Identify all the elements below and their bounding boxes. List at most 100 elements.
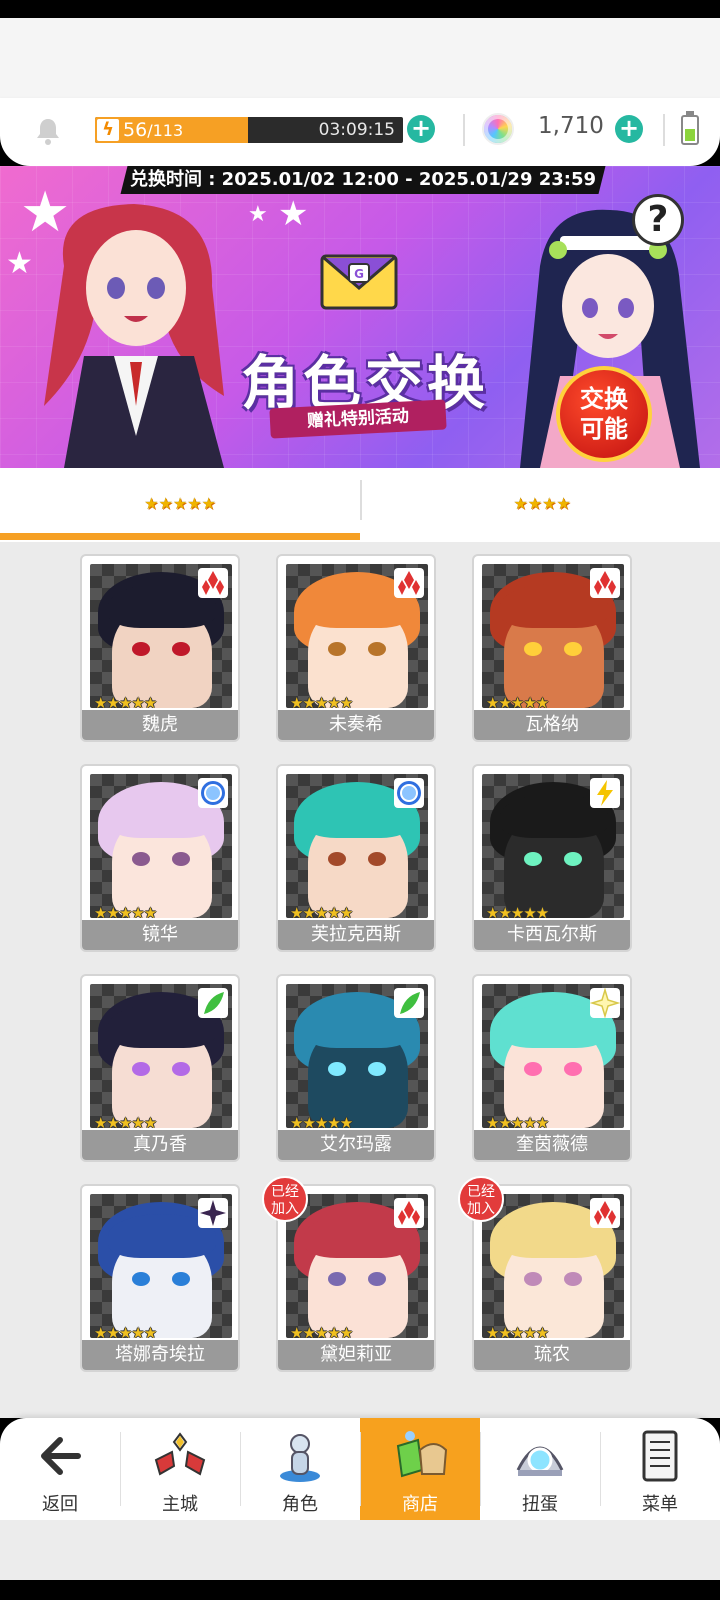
tab-four-star-label: ★★★★ [513,494,571,513]
character-card[interactable]: ★★★★★ 真乃香 [80,974,240,1162]
rarity-stars: ★★★★★ [290,694,353,708]
hud-divider [463,114,465,146]
already-joined-badge: 已经 加入 [458,1176,504,1222]
rarity-stars: ★★★★★ [94,904,157,918]
portrait-eye [132,1062,150,1076]
rarity-stars: ★★★★★ [486,1324,549,1338]
portrait-eye [564,642,582,656]
character-portrait: ★★★★★ [482,984,624,1128]
nav-item-shop[interactable]: 商店 [360,1418,480,1520]
portrait-eye [172,1062,190,1076]
help-button[interactable]: ? [632,194,684,246]
rarity-stars: ★★★★★ [290,904,353,918]
rarity-stars: ★★★★★ [486,694,549,708]
character-card[interactable]: ★★★★★ 瓦格纳 [472,554,632,742]
add-stamina-button[interactable]: + [407,115,435,143]
yellow-bolt-attribute-icon [590,778,620,808]
back-arrow-icon [30,1426,90,1486]
green-leaf-attribute-icon [394,988,424,1018]
rarity-stars: ★★★★★ [486,904,549,918]
character-name: 奎茵薇德 [474,1130,630,1160]
character-card[interactable]: ★★★★★ 未奏希 [276,554,436,742]
nav-divider [120,1432,121,1506]
rarity-stars: ★★★★★ [94,1324,157,1338]
nav-label: 扭蛋 [522,1494,558,1515]
tab-four-star[interactable]: ★★★★ [362,468,720,542]
badge-line-2: 可能 [580,415,628,443]
red-diamond-attribute-icon [590,1198,620,1228]
gem-icon [482,113,514,145]
character-portrait: ★★★★★ [286,564,428,708]
portrait-eye [368,852,386,866]
portrait-eye [564,852,582,866]
red-diamond-attribute-icon [590,568,620,598]
character-portrait: ★★★★★ [482,774,624,918]
character-card[interactable]: ★★★★★ 奎茵薇德 [472,974,632,1162]
exchange-possible-badge: 交换 可能 [556,366,652,462]
character-portrait: ★★★★★ [286,984,428,1128]
banner-character-left [44,204,224,468]
portrait-eye [132,642,150,656]
portrait-eye [524,852,542,866]
joined-label-line-2: 加入 [271,1201,299,1217]
character-card[interactable]: ★★★★★ 琉农 已经 加入 [458,1176,632,1372]
portrait-eye [172,642,190,656]
character-name: 卡西瓦尔斯 [474,920,630,950]
stamina-bar: ϟ 56/113 03:09:15 [95,117,403,143]
tab-five-star-label: ★★★★★ [144,494,216,513]
portrait-eye [132,1272,150,1286]
nav-item-character[interactable]: 角色 [240,1418,360,1520]
character-icon [270,1426,330,1486]
notification-bell-icon[interactable] [34,116,62,146]
badge-line-1: 交换 [580,385,628,413]
character-card[interactable]: ★★★★★ 卡西瓦尔斯 [472,764,632,952]
event-banner: ★ ★ ★ ★ 兑换时间 : 2025.01/02 12:00 - 2025.0… [0,166,720,468]
portrait-eye [368,1062,386,1076]
character-card[interactable]: ★★★★★ 塔娜奇埃拉 [80,1184,240,1372]
character-card[interactable]: ★★★★★ 魏虎 [80,554,240,742]
nav-divider [480,1432,481,1506]
character-portrait: ★★★★★ [286,1194,428,1338]
nav-item-gacha[interactable]: 扭蛋 [480,1418,600,1520]
character-card[interactable]: ★★★★★ 黛妲莉亚 已经 加入 [262,1176,436,1372]
joined-label-line-1: 已经 [467,1184,495,1200]
portrait-eye [172,852,190,866]
joined-label-line-1: 已经 [271,1184,299,1200]
gacha-icon [510,1426,570,1486]
character-card[interactable]: ★★★★★ 镜华 [80,764,240,952]
portrait-eye [524,1272,542,1286]
portrait-eye [524,642,542,656]
stamina-value: 56/113 [123,117,183,143]
portrait-eye [564,1062,582,1076]
portrait-eye [172,1272,190,1286]
red-diamond-attribute-icon [394,1198,424,1228]
character-portrait: ★★★★★ [286,774,428,918]
character-name: 瓦格纳 [474,710,630,740]
active-tab-indicator [0,533,360,540]
character-name: 琉农 [474,1340,630,1370]
nav-item-town[interactable]: 主城 [120,1418,240,1520]
character-card[interactable]: ★★★★★ 芙拉克西斯 [276,764,436,952]
portrait-eye [328,1062,346,1076]
town-icon [150,1426,210,1486]
tab-five-star[interactable]: ★★★★★ [0,468,360,542]
nav-item-menu-list[interactable]: 菜单 [600,1418,720,1520]
character-name: 未奏希 [278,710,434,740]
nav-item-back-arrow[interactable]: 返回 [0,1418,120,1520]
character-name: 真乃香 [82,1130,238,1160]
portrait-eye [328,852,346,866]
rarity-stars: ★★★★★ [290,1114,353,1128]
character-name: 镜华 [82,920,238,950]
character-name: 艾尔玛露 [278,1130,434,1160]
stamina-current: 56 [123,119,148,141]
portrait-eye [328,1272,346,1286]
star-decoration-icon: ★ [278,194,309,234]
character-portrait: ★★★★★ [482,1194,624,1338]
character-card[interactable]: ★★★★★ 艾尔玛露 [276,974,436,1162]
add-gems-button[interactable]: + [615,115,643,143]
rarity-stars: ★★★★★ [94,1114,157,1128]
nav-label: 返回 [42,1494,78,1515]
character-portrait: ★★★★★ [482,564,624,708]
nav-divider [360,1432,361,1506]
rarity-stars: ★★★★★ [486,1114,549,1128]
